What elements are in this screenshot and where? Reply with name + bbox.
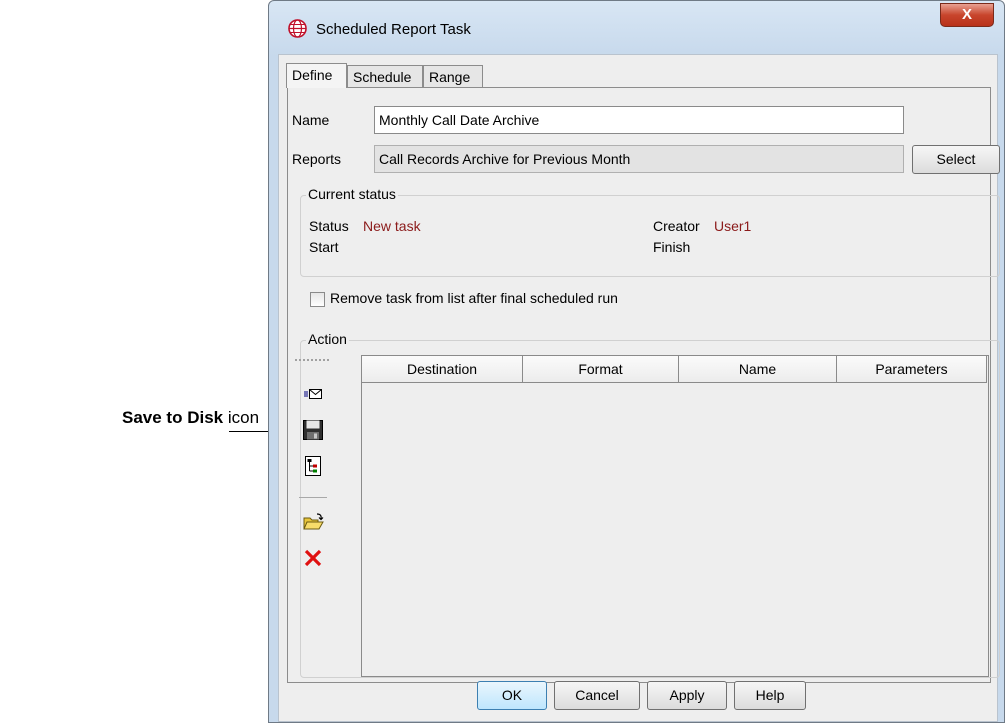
action-table[interactable]: Destination Format Name Parameters — [361, 355, 989, 677]
callout-bold: Save to Disk — [122, 408, 224, 427]
toolbar-grip[interactable] — [295, 359, 329, 361]
title-bar[interactable]: Scheduled Report Task X — [270, 2, 1003, 54]
action-toolbar — [293, 359, 333, 654]
remove-task-label: Remove task from list after final schedu… — [330, 290, 618, 306]
app-globe-icon — [288, 19, 307, 38]
column-format[interactable]: Format — [523, 356, 679, 383]
name-label: Name — [292, 112, 330, 128]
creator-value: User1 — [714, 218, 752, 234]
start-label: Start — [309, 239, 339, 255]
email-icon[interactable] — [302, 383, 324, 405]
select-button[interactable]: Select — [912, 145, 1000, 174]
callout-rest: icon — [223, 408, 260, 427]
save-to-disk-icon[interactable] — [302, 419, 324, 441]
dialog-window: Scheduled Report Task X Define Schedule … — [268, 0, 1006, 723]
creator-label: Creator — [653, 218, 700, 234]
name-input[interactable]: Monthly Call Date Archive — [374, 106, 904, 134]
current-status-title: Current status — [306, 186, 398, 202]
help-button[interactable]: Help — [734, 681, 806, 710]
reports-label: Reports — [292, 151, 342, 167]
current-status-group — [300, 195, 1000, 277]
callout-label: Save to Disk icon — [122, 408, 259, 428]
status-value: New task — [363, 218, 421, 234]
tab-schedule[interactable]: Schedule — [347, 65, 423, 88]
window-title: Scheduled Report Task — [316, 21, 471, 38]
action-title: Action — [306, 331, 349, 347]
apply-button[interactable]: Apply — [647, 681, 727, 710]
hierarchy-icon[interactable] — [302, 455, 324, 477]
reports-field: Call Records Archive for Previous Month — [374, 145, 904, 173]
remove-task-checkbox[interactable] — [310, 292, 325, 307]
finish-label: Finish — [653, 239, 691, 255]
ok-button[interactable]: OK — [477, 681, 547, 710]
dialog-client-area: Define Schedule Range Name Monthly Call … — [278, 54, 1000, 722]
close-button[interactable]: X — [940, 3, 994, 27]
open-folder-icon[interactable] — [302, 511, 324, 533]
action-table-header: Destination Format Name Parameters — [362, 356, 987, 384]
toolbar-separator — [299, 497, 327, 498]
cancel-button[interactable]: Cancel — [554, 681, 640, 710]
column-destination[interactable]: Destination — [362, 356, 523, 383]
delete-icon[interactable] — [302, 547, 324, 569]
column-name[interactable]: Name — [679, 356, 837, 383]
tab-range[interactable]: Range — [423, 65, 483, 88]
column-parameters[interactable]: Parameters — [837, 356, 987, 383]
tab-define[interactable]: Define — [286, 63, 347, 88]
status-label: Status — [309, 218, 349, 234]
window-frame: Scheduled Report Task X Define Schedule … — [268, 0, 1005, 723]
